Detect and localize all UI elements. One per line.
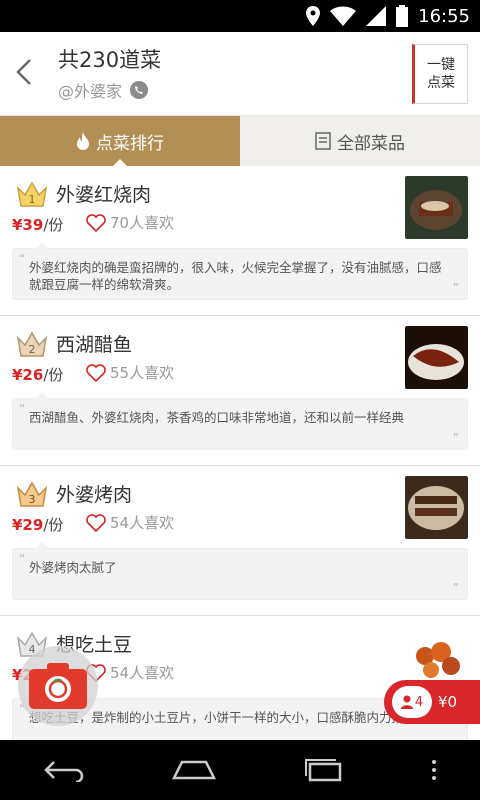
open-quote-icon: “ xyxy=(19,402,26,416)
review-text: 外婆烤肉太腻了 xyxy=(29,560,117,575)
quick-order-line2: 点菜 xyxy=(427,75,455,91)
price-value: ¥39 xyxy=(12,216,44,234)
bronze-crown-icon: 3 xyxy=(16,481,48,507)
rank-number: 2 xyxy=(29,343,36,356)
camera-button[interactable] xyxy=(18,646,98,726)
person-icon xyxy=(400,695,413,709)
rank-number: 3 xyxy=(29,493,36,506)
price-unit: /份 xyxy=(43,366,64,384)
page-title: 共230道菜 xyxy=(58,48,162,72)
dish-review: “ 西湖醋鱼、外婆红烧肉，茶香鸡的口味非常地道，还和以前一样经典 ” xyxy=(12,392,468,450)
tab-ranking[interactable]: 点菜排行 xyxy=(0,116,240,167)
price-unit: /份 xyxy=(43,516,64,534)
back-nav-icon[interactable] xyxy=(42,758,86,782)
dish-price: ¥39/份 xyxy=(12,214,63,235)
like-button[interactable]: 54人喜欢 xyxy=(86,662,174,683)
dish-photo[interactable] xyxy=(405,176,468,239)
back-arrow-icon[interactable] xyxy=(10,52,40,92)
dish-item[interactable]: 3 外婆烤肉 ¥29/份 54人喜欢 “ 外婆烤肉太腻了 ” xyxy=(0,466,480,616)
like-button[interactable]: 55人喜欢 xyxy=(86,362,174,383)
cart-button[interactable]: 4 ¥0 xyxy=(384,680,480,724)
silver-crown-icon: 2 xyxy=(16,331,48,357)
rank-number: 1 xyxy=(29,193,36,206)
system-nav-bar xyxy=(0,740,480,800)
camera-icon xyxy=(29,663,87,709)
tab-bar: 点菜排行 全部菜品 xyxy=(0,116,480,167)
recent-apps-icon[interactable] xyxy=(302,758,346,782)
price-value: ¥29 xyxy=(12,516,44,534)
dish-photo[interactable] xyxy=(405,476,468,539)
page-header: 共230道菜 @外婆家 一键 点菜 xyxy=(0,32,480,116)
like-button[interactable]: 54人喜欢 xyxy=(86,512,174,533)
cart-count: 4 xyxy=(414,694,424,710)
close-quote-icon: ” xyxy=(452,281,459,295)
dish-item[interactable]: 1 外婆红烧肉 ¥39/份 70人喜欢 “ 外婆红烧肉的确是蛮招牌的，很入味，火… xyxy=(0,166,480,316)
like-count: 54人喜欢 xyxy=(110,664,175,682)
heart-icon xyxy=(86,213,106,232)
location-icon xyxy=(306,6,321,26)
quick-order-line1: 一键 xyxy=(427,57,455,73)
dish-price: ¥29/份 xyxy=(12,514,63,535)
heart-icon xyxy=(86,363,106,382)
overflow-menu-icon[interactable] xyxy=(430,758,438,782)
quick-order-button[interactable]: 一键 点菜 xyxy=(412,44,468,104)
dish-review: “ 外婆烤肉太腻了 ” xyxy=(12,542,468,600)
tab-ranking-label: 点菜排行 xyxy=(96,133,164,154)
cart-total: ¥0 xyxy=(438,693,458,711)
dish-photo[interactable] xyxy=(405,326,468,389)
open-quote-icon: “ xyxy=(19,552,26,566)
like-count: 54人喜欢 xyxy=(110,514,175,532)
price-value: ¥26 xyxy=(12,366,44,384)
signal-icon xyxy=(366,6,387,26)
flame-icon xyxy=(77,132,89,150)
open-quote-icon: “ xyxy=(19,252,26,266)
restaurant-subtitle: @外婆家 xyxy=(58,78,149,102)
gold-crown-icon: 1 xyxy=(16,181,48,207)
like-button[interactable]: 70人喜欢 xyxy=(86,212,174,233)
menu-book-icon xyxy=(315,132,331,150)
heart-icon xyxy=(86,513,106,532)
phone-icon[interactable] xyxy=(130,81,149,99)
status-bar: 16:55 xyxy=(0,0,480,32)
like-count: 70人喜欢 xyxy=(110,214,175,232)
cart-count-badge: 4 xyxy=(392,686,432,718)
dish-item[interactable]: 2 西湖醋鱼 ¥26/份 55人喜欢 “ 西湖醋鱼、外婆红烧肉，茶香鸡的口味非常… xyxy=(0,316,480,466)
dish-price: ¥26/份 xyxy=(12,364,63,385)
wifi-icon xyxy=(330,6,357,26)
home-nav-icon[interactable] xyxy=(170,758,218,782)
price-unit: /份 xyxy=(43,216,64,234)
tab-all-dishes[interactable]: 全部菜品 xyxy=(240,116,480,166)
clock: 16:55 xyxy=(418,5,470,27)
tab-all-dishes-label: 全部菜品 xyxy=(337,133,405,154)
dish-name: 外婆红烧肉 xyxy=(56,184,152,206)
dish-name: 西湖醋鱼 xyxy=(56,334,133,356)
restaurant-name: @外婆家 xyxy=(58,82,123,101)
dish-name: 外婆烤肉 xyxy=(56,484,133,506)
like-count: 55人喜欢 xyxy=(110,364,175,382)
dish-review: “ 外婆红烧肉的确是蛮招牌的，很入味，火候完全掌握了，没有油腻感，口感就跟豆腐一… xyxy=(12,242,468,300)
close-quote-icon: ” xyxy=(452,431,459,445)
review-text: 西湖醋鱼、外婆红烧肉，茶香鸡的口味非常地道，还和以前一样经典 xyxy=(29,410,405,425)
review-text: 外婆红烧肉的确是蛮招牌的，很入味，火候完全掌握了，没有油腻感，口感就跟豆腐一样的… xyxy=(29,260,442,292)
close-quote-icon: ” xyxy=(452,581,459,595)
battery-icon xyxy=(396,5,409,27)
